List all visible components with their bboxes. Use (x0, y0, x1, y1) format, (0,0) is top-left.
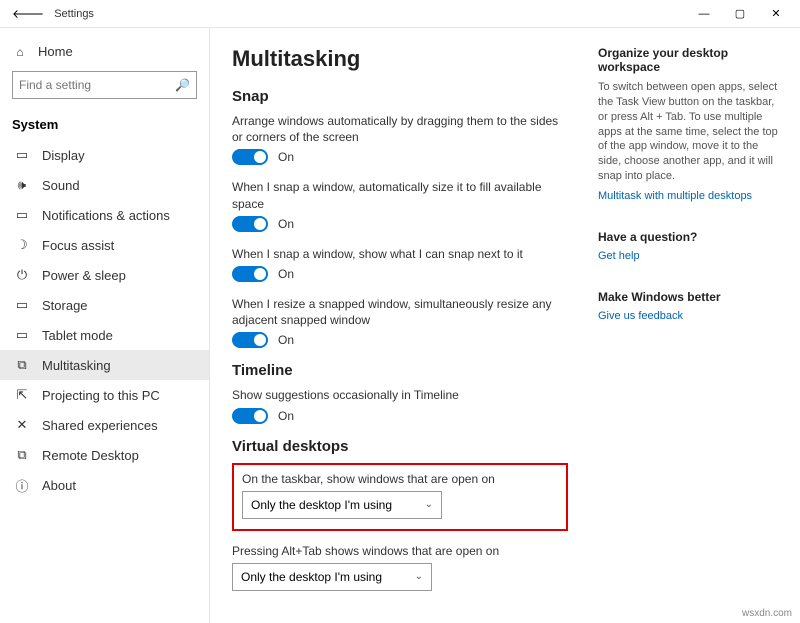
snap-suggest-setting: When I snap a window, show what I can sn… (232, 246, 568, 282)
setting-label: When I snap a window, show what I can sn… (232, 246, 568, 262)
sidebar-item-power-sleep[interactable]: ⏻ Power & sleep (12, 260, 209, 290)
toggle-state: On (278, 333, 294, 347)
aside-heading: Make Windows better (598, 290, 778, 304)
home-icon: ⌂ (12, 45, 28, 59)
snap-arrange-toggle[interactable] (232, 149, 268, 165)
aside-heading: Organize your desktop workspace (598, 46, 778, 74)
timeline-suggestions-toggle[interactable] (232, 408, 268, 424)
dropdown-value: Only the desktop I'm using (251, 498, 392, 512)
dropdown-value: Only the desktop I'm using (241, 570, 382, 584)
sidebar-item-notifications[interactable]: ▭ Notifications & actions (12, 200, 209, 230)
storage-icon: ▭ (14, 297, 30, 313)
sidebar-item-focus-assist[interactable]: ☽ Focus assist (12, 230, 209, 260)
feedback-link[interactable]: Give us feedback (598, 310, 683, 322)
sidebar-item-projecting[interactable]: ⇱ Projecting to this PC (12, 380, 209, 410)
sidebar-item-label: Multitasking (42, 358, 111, 373)
toggle-state: On (278, 150, 294, 164)
search-input[interactable]: 🔎 (12, 71, 197, 99)
alttab-setting: Pressing Alt+Tab shows windows that are … (232, 543, 568, 591)
home-nav[interactable]: ⌂ Home (12, 38, 209, 65)
sound-icon: 🕪 (14, 177, 30, 193)
remote-icon: ⧉ (14, 447, 30, 463)
snap-heading: Snap (232, 88, 568, 105)
setting-label: Pressing Alt+Tab shows windows that are … (232, 543, 568, 559)
minimize-button[interactable]: — (686, 4, 722, 24)
display-icon: ▭ (14, 147, 30, 163)
setting-label: On the taskbar, show windows that are op… (242, 471, 558, 487)
sidebar-item-display[interactable]: ▭ Display (12, 140, 209, 170)
sidebar-item-about[interactable]: ⓘ About (12, 470, 209, 500)
setting-label: When I snap a window, automatically size… (232, 179, 568, 211)
snap-arrange-setting: Arrange windows automatically by draggin… (232, 113, 568, 165)
sidebar-item-label: Remote Desktop (42, 448, 139, 463)
snap-autosize-toggle[interactable] (232, 216, 268, 232)
sidebar-item-tablet-mode[interactable]: ▭ Tablet mode (12, 320, 209, 350)
snap-resize-setting: When I resize a snapped window, simultan… (232, 296, 568, 348)
sidebar-item-label: Shared experiences (42, 418, 158, 433)
setting-label: Arrange windows automatically by draggin… (232, 113, 568, 145)
sidebar-item-label: Tablet mode (42, 328, 113, 343)
page-title: Multitasking (232, 46, 568, 72)
sidebar-item-storage[interactable]: ▭ Storage (12, 290, 209, 320)
sidebar-item-sound[interactable]: 🕪 Sound (12, 170, 209, 200)
sidebar: ⌂ Home 🔎 System ▭ Display 🕪 Sound ▭ Notific… (0, 28, 210, 623)
get-help-link[interactable]: Get help (598, 250, 640, 262)
sidebar-item-multitasking[interactable]: ⧉ Multitasking (0, 350, 209, 380)
sidebar-item-label: Storage (42, 298, 88, 313)
chevron-down-icon: ⌄ (415, 571, 423, 582)
notifications-icon: ▭ (14, 207, 30, 223)
category-header: System (12, 111, 209, 140)
chevron-down-icon: ⌄ (425, 499, 433, 510)
snap-autosize-setting: When I snap a window, automatically size… (232, 179, 568, 231)
sidebar-item-label: Notifications & actions (42, 208, 170, 223)
aside-text: To switch between open apps, select the … (598, 80, 778, 184)
search-field[interactable] (19, 78, 175, 92)
sidebar-item-label: Power & sleep (42, 268, 126, 283)
timeline-suggestions-setting: Show suggestions occasionally in Timelin… (232, 387, 568, 423)
alttab-windows-dropdown[interactable]: Only the desktop I'm using ⌄ (232, 563, 432, 591)
watermark: wsxdn.com (742, 608, 792, 619)
setting-label: When I resize a snapped window, simultan… (232, 296, 568, 328)
setting-label: Show suggestions occasionally in Timelin… (232, 387, 568, 403)
multitask-link[interactable]: Multitask with multiple desktops (598, 190, 752, 202)
toggle-state: On (278, 409, 294, 423)
sidebar-item-remote-desktop[interactable]: ⧉ Remote Desktop (12, 440, 209, 470)
toggle-state: On (278, 217, 294, 231)
sidebar-item-label: Projecting to this PC (42, 388, 160, 403)
tablet-icon: ▭ (14, 327, 30, 343)
aside-heading: Have a question? (598, 230, 778, 244)
sidebar-item-label: Focus assist (42, 238, 114, 253)
search-icon: 🔎 (175, 78, 190, 92)
home-label: Home (38, 44, 73, 59)
focus-assist-icon: ☽ (14, 237, 30, 253)
highlighted-setting: On the taskbar, show windows that are op… (232, 463, 568, 531)
toggle-state: On (278, 267, 294, 281)
maximize-button[interactable]: ▢ (722, 3, 758, 24)
snap-suggest-toggle[interactable] (232, 266, 268, 282)
close-button[interactable]: ✕ (758, 3, 794, 24)
virtual-desktops-heading: Virtual desktops (232, 438, 568, 455)
sidebar-item-label: About (42, 478, 76, 493)
help-pane: Organize your desktop workspace To switc… (598, 46, 778, 623)
app-title: Settings (54, 8, 94, 20)
back-button[interactable]: 🡐 (6, 6, 50, 21)
power-icon: ⏻ (14, 267, 30, 283)
multitasking-icon: ⧉ (14, 357, 30, 373)
shared-icon: ✕ (14, 417, 30, 433)
snap-resize-toggle[interactable] (232, 332, 268, 348)
projecting-icon: ⇱ (14, 387, 30, 403)
about-icon: ⓘ (14, 476, 30, 495)
timeline-heading: Timeline (232, 362, 568, 379)
sidebar-item-label: Sound (42, 178, 80, 193)
taskbar-windows-dropdown[interactable]: Only the desktop I'm using ⌄ (242, 491, 442, 519)
sidebar-item-label: Display (42, 148, 85, 163)
sidebar-item-shared-experiences[interactable]: ✕ Shared experiences (12, 410, 209, 440)
